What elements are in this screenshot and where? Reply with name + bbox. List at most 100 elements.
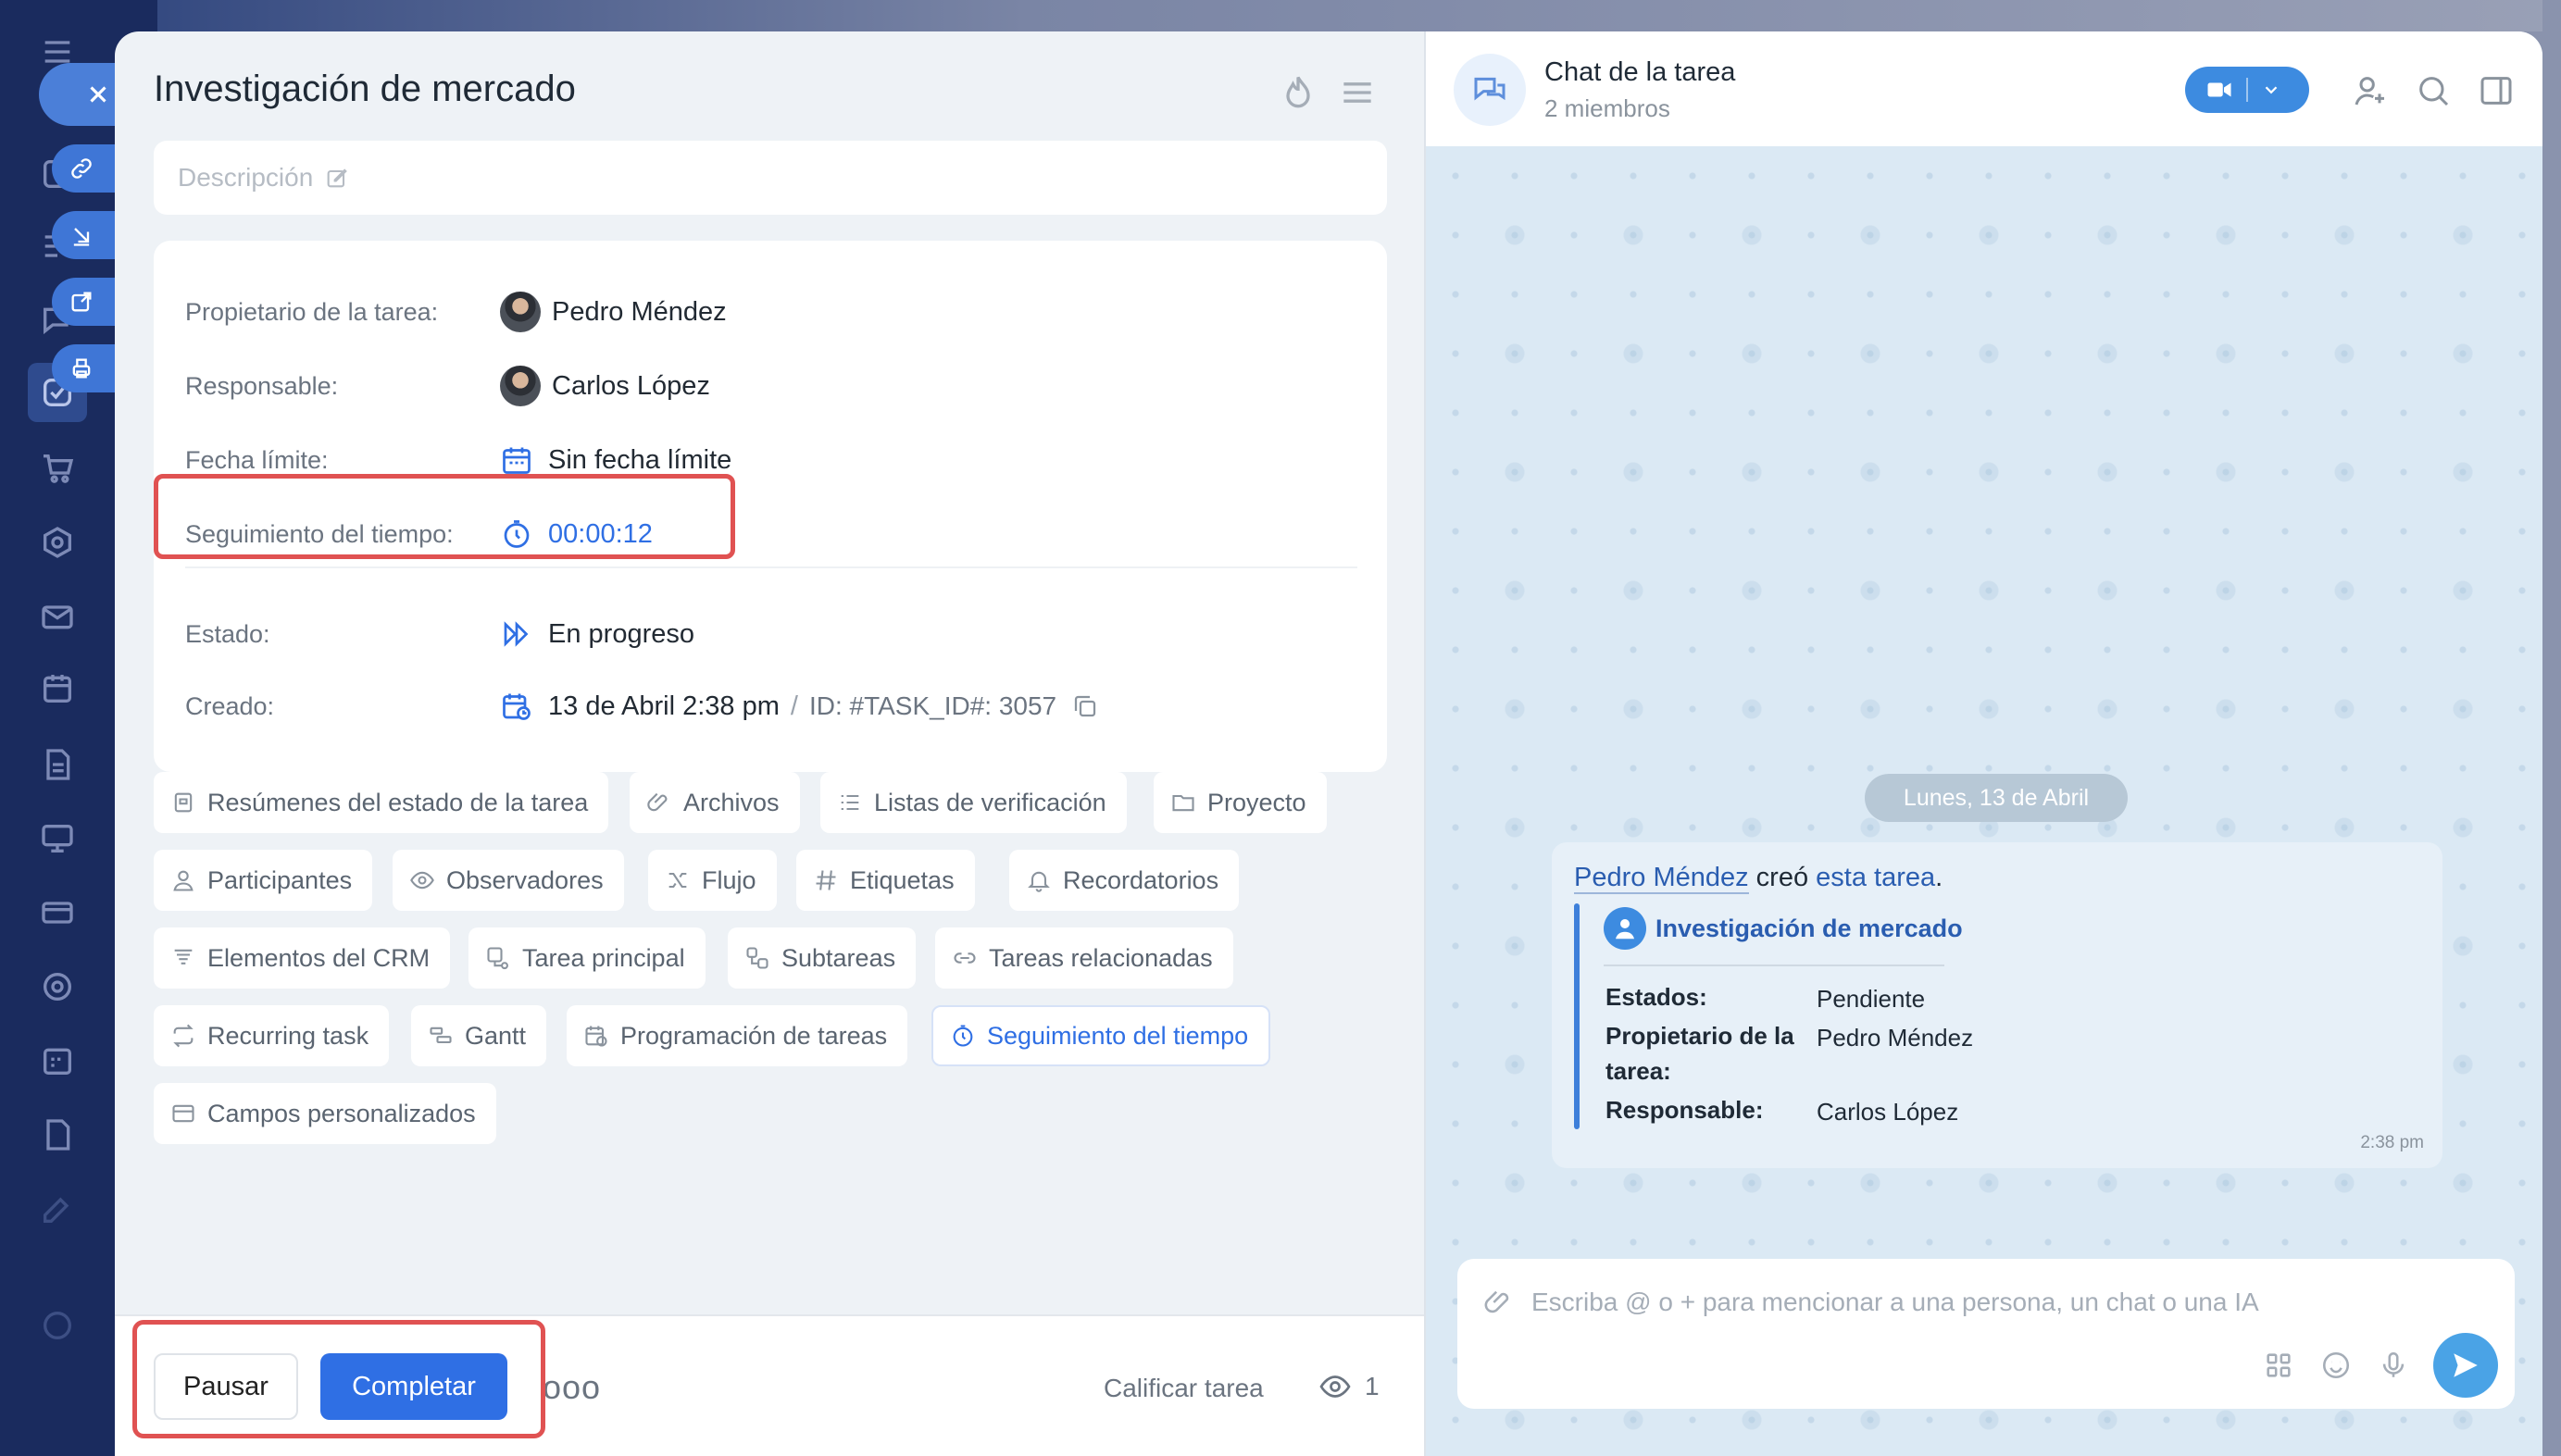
microphone-icon[interactable] <box>2378 1350 2409 1381</box>
send-button[interactable] <box>2433 1333 2498 1398</box>
chip-label: Recurring task <box>207 1021 369 1050</box>
rate-task-link[interactable]: Calificar tarea <box>1104 1374 1264 1403</box>
created-value: 13 de Abril 2:38 pm <box>548 691 780 721</box>
stopwatch-icon <box>953 1025 973 1047</box>
deadline-value[interactable]: Sin fecha límite <box>548 445 731 476</box>
quote-key-status: Estados: <box>1605 983 1707 1011</box>
hamburger-menu-icon[interactable] <box>1337 72 1378 113</box>
link-icon <box>71 158 92 179</box>
send-arrow-icon <box>2454 1353 2478 1377</box>
chip-gantt[interactable]: Gantt <box>411 1005 547 1066</box>
details-divider <box>185 566 1357 568</box>
attach-paperclip-icon[interactable] <box>1483 1287 1515 1318</box>
chat-members-count[interactable]: 2 miembros <box>1544 94 1670 123</box>
chip-checklists[interactable]: Listas de verificación <box>820 772 1127 833</box>
settings-circle-icon[interactable] <box>39 1307 76 1344</box>
edit-pencil-icon <box>327 168 348 188</box>
description-field[interactable]: Descripción <box>154 141 1387 215</box>
chip-subtasks[interactable]: Subtareas <box>728 927 917 989</box>
message-author-link[interactable]: Pedro Méndez <box>1574 863 1749 894</box>
chip-label: Gantt <box>465 1021 527 1050</box>
chip-files[interactable]: Archivos <box>630 772 800 833</box>
calendar-nav-icon[interactable] <box>39 670 76 707</box>
responsible-name[interactable]: Carlos López <box>552 371 710 402</box>
emoji-icon[interactable] <box>2320 1350 2352 1381</box>
sidebar-toggle-icon[interactable] <box>2478 72 2515 109</box>
message-punct: . <box>1935 863 1943 892</box>
flame-icon[interactable] <box>1278 72 1318 113</box>
chip-reminders[interactable]: Recordatorios <box>1009 850 1240 911</box>
mail-icon[interactable] <box>39 598 76 635</box>
edit-icon[interactable] <box>39 1190 76 1227</box>
owner-name[interactable]: Pedro Méndez <box>552 297 727 328</box>
chip-tags[interactable]: Etiquetas <box>796 850 975 911</box>
chip-project[interactable]: Proyecto <box>1154 772 1327 833</box>
chip-parent-task[interactable]: Tarea principal <box>468 927 706 989</box>
chip-custom-fields[interactable]: Campos personalizados <box>154 1083 496 1144</box>
chip-crm-items[interactable]: Elementos del CRM <box>154 927 451 989</box>
summary-icon <box>174 792 193 813</box>
views-counter[interactable]: 1 <box>1318 1370 1380 1403</box>
chip-recurring-task[interactable]: Recurring task <box>154 1005 390 1066</box>
chip-related-tasks[interactable]: Tareas relacionadas <box>935 927 1233 989</box>
quote-value-status: Pendiente <box>1817 985 1926 1013</box>
more-actions-button[interactable]: ooo <box>543 1368 601 1407</box>
hexagon-icon[interactable] <box>39 524 76 561</box>
chip-label: Resúmenes del estado de la tarea <box>207 788 589 816</box>
task-link[interactable]: esta tarea <box>1816 863 1935 892</box>
search-icon[interactable] <box>2415 72 2452 109</box>
task-title: Investigación de mercado <box>154 68 576 109</box>
chip-label: Programación de tareas <box>620 1021 888 1050</box>
video-camera-icon <box>2207 82 2231 97</box>
chip-time-tracking[interactable]: Seguimiento del tiempo <box>931 1005 1271 1066</box>
owner-label: Propietario de la tarea: <box>185 297 439 326</box>
card-icon[interactable] <box>39 894 76 931</box>
status-value[interactable]: En progreso <box>548 619 694 650</box>
schedule-icon <box>585 1026 607 1047</box>
parent-task-icon <box>487 947 508 970</box>
views-count: 1 <box>1365 1372 1380 1400</box>
chat-panel: Chat de la tarea 2 miembros Lunes, 13 de… <box>1424 31 2542 1456</box>
chip-task-scheduling[interactable]: Programación de tareas <box>567 1005 908 1066</box>
user-avatar-icon <box>1604 907 1646 950</box>
arrow-down-right-icon <box>73 228 90 246</box>
chip-participants[interactable]: Participantes <box>154 850 373 911</box>
quote-divider <box>1604 964 1944 966</box>
target-icon[interactable] <box>39 968 76 1005</box>
person-icon <box>173 870 194 891</box>
chip-label: Tarea principal <box>522 943 685 972</box>
subtasks-icon <box>746 947 768 969</box>
chevron-down-icon[interactable] <box>2261 80 2281 100</box>
chat-title[interactable]: Chat de la tarea <box>1544 57 1735 88</box>
presentation-icon[interactable] <box>39 820 76 857</box>
chip-label: Tareas relacionadas <box>989 943 1213 972</box>
chat-avatar[interactable] <box>1454 54 1526 126</box>
hashtag-icon <box>816 870 836 890</box>
chip-status-summaries[interactable]: Resúmenes del estado de la tarea <box>154 772 609 833</box>
crm-icon <box>174 949 193 964</box>
copy-icon[interactable] <box>1071 692 1099 720</box>
task-id: ID: #TASK_ID#: 3057 <box>808 691 1057 720</box>
chip-flow[interactable]: Flujo <box>648 850 777 911</box>
document-icon[interactable] <box>39 746 76 783</box>
owner-avatar[interactable] <box>500 292 541 332</box>
cart-icon[interactable] <box>39 450 76 487</box>
close-icon <box>90 86 106 103</box>
sign-icon[interactable] <box>39 1116 76 1153</box>
quoted-task-title[interactable]: Investigación de mercado <box>1604 907 1963 950</box>
apps-grid-icon[interactable] <box>2263 1350 2294 1381</box>
chip-observers[interactable]: Observadores <box>393 850 624 911</box>
quote-value-responsible: Carlos López <box>1817 1098 1959 1126</box>
add-member-icon[interactable] <box>2352 72 2389 109</box>
calendar-icon <box>500 443 533 477</box>
planner-icon[interactable] <box>39 1042 76 1079</box>
message-text: Pedro Méndez creó esta tarea. <box>1574 863 1943 894</box>
eye-icon <box>410 871 434 890</box>
responsible-avatar[interactable] <box>500 366 541 406</box>
progress-arrows-icon <box>500 617 533 651</box>
chip-label: Etiquetas <box>850 865 955 894</box>
chip-label: Archivos <box>683 788 780 816</box>
video-call-button[interactable] <box>2185 67 2309 113</box>
repeat-icon <box>173 1024 194 1048</box>
message-input[interactable] <box>1531 1279 2476 1325</box>
